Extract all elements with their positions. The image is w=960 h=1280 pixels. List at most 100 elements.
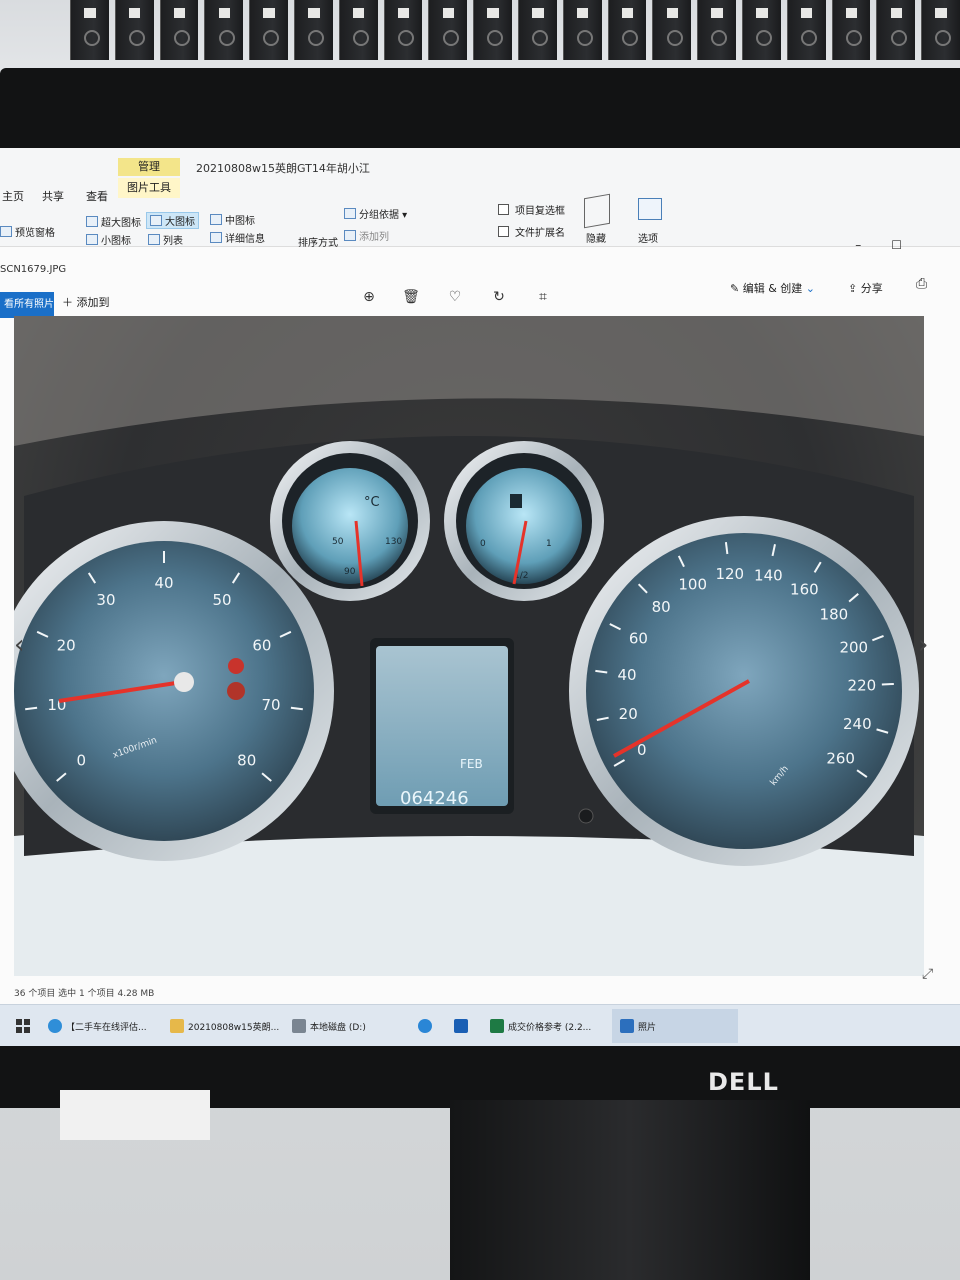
context-tab-picture-tools[interactable]: 图片工具 — [118, 178, 180, 198]
rotate-icon[interactable]: ↻ — [490, 288, 508, 306]
layout-small-icons[interactable]: 小图标 — [86, 232, 131, 247]
tab-view[interactable]: 查看 — [86, 188, 108, 204]
add-column-button[interactable]: 添加列 — [344, 228, 389, 243]
tach-label: 60 — [252, 636, 271, 654]
layout-list[interactable]: 列表 — [148, 232, 183, 247]
tach-label: 0 — [76, 751, 86, 769]
layout-medium-icons[interactable]: 中图标 — [210, 212, 255, 227]
delete-icon[interactable]: 🗑 — [402, 288, 420, 306]
checkbox-icon — [498, 226, 509, 237]
edit-create-button[interactable]: ✎ 编辑 & 创建 ⌄ — [730, 280, 815, 296]
temp-label-low: 50 — [332, 537, 344, 547]
display-small-text: FEB — [460, 757, 483, 771]
previous-photo-arrow[interactable]: ‹ — [14, 630, 24, 660]
share-button[interactable]: ⇪ 分享 — [848, 280, 883, 296]
preview-pane-button[interactable]: 预览窗格 — [0, 224, 55, 239]
next-photo-arrow[interactable]: › — [918, 630, 928, 660]
options-button[interactable]: 选项 — [638, 230, 658, 245]
medium-icons-icon — [210, 214, 222, 225]
fullscreen-icon[interactable]: ⤢ — [922, 966, 933, 982]
monitor-stand — [450, 1100, 810, 1280]
speed-label: 180 — [820, 606, 849, 624]
explorer-ribbon: 管理 图片工具 20210808w15英朗GT14年胡小江 主页 共享 查看 预… — [0, 148, 960, 249]
speed-label: 220 — [848, 676, 877, 694]
details-icon — [210, 232, 222, 243]
trip-reset-knob — [578, 808, 594, 824]
speed-label: 100 — [678, 576, 707, 594]
tach-label: 20 — [57, 636, 76, 654]
speed-label: 60 — [629, 629, 648, 647]
group-by-button[interactable]: 分组依据 ▾ — [344, 206, 407, 221]
crop-icon[interactable]: ⌗ — [534, 288, 552, 306]
layout-details[interactable]: 详细信息 — [210, 230, 265, 245]
speed-label: 140 — [754, 567, 783, 585]
see-all-photos-button[interactable]: 看所有照片 — [0, 292, 54, 318]
speed-label: 240 — [843, 715, 872, 733]
tach-label: 40 — [154, 574, 173, 592]
hide-button[interactable]: 隐藏 — [586, 230, 606, 245]
edit-icon: ✎ — [730, 282, 740, 295]
temp-unit: °C — [364, 495, 380, 510]
speed-label: 120 — [715, 565, 744, 583]
file-extensions-toggle[interactable]: 文件扩展名 — [498, 224, 565, 239]
warning-light-icon — [228, 658, 244, 674]
share-icon: ⇪ — [848, 282, 858, 295]
window-title: 20210808w15英朗GT14年胡小江 — [196, 162, 370, 175]
disk-icon — [292, 1019, 306, 1033]
tach-label: 50 — [212, 591, 231, 609]
add-to-button[interactable]: ＋ 添加到 — [62, 294, 110, 310]
dashboard-photo: 0 10 20 30 40 50 60 70 80 x100r/min °C 50 90 130… — [14, 316, 924, 976]
hide-selected-icon — [584, 193, 610, 229]
item-checkboxes-toggle[interactable]: 项目复选框 — [498, 202, 565, 217]
temp-label-high: 130 — [385, 537, 402, 547]
speed-label: 260 — [826, 750, 855, 768]
odometer-reading: 064246 — [400, 788, 469, 809]
large-icons-icon — [150, 215, 162, 226]
taskbar-item-excel[interactable]: 成交价格参考 (2.2... — [490, 1019, 591, 1033]
tab-share[interactable]: 共享 — [42, 188, 64, 204]
favorite-icon[interactable]: ♡ — [446, 288, 464, 306]
add-column-icon — [344, 230, 356, 241]
speed-label: 160 — [790, 581, 819, 599]
plus-icon: ＋ — [62, 296, 73, 309]
tach-label: 70 — [262, 696, 281, 714]
fuel-pump-icon — [510, 494, 522, 508]
taskbar-item-folder[interactable]: 20210808w15英朗... — [170, 1019, 279, 1033]
window-controls[interactable]: –☐ — [855, 238, 932, 252]
outlook-icon — [454, 1019, 468, 1033]
tach-label: 30 — [96, 591, 115, 609]
checkbox-icon — [498, 204, 509, 215]
folder-icon — [170, 1019, 184, 1033]
speed-label: 40 — [618, 666, 637, 684]
photo-file-name: SCN1679.JPG — [0, 264, 67, 275]
tach-label: 80 — [237, 751, 256, 769]
sort-by-button[interactable]: 排序方式 — [298, 234, 338, 249]
dell-logo: DELL — [708, 1068, 779, 1096]
zoom-icon[interactable]: ⊕ — [360, 288, 378, 306]
taskbar-item-outlook[interactable] — [454, 1019, 472, 1033]
layout-large-icons[interactable]: 大图标 — [146, 212, 199, 229]
speed-label: 20 — [619, 705, 638, 723]
taskbar-item-edge[interactable]: 【二手车在线评估... — [48, 1019, 147, 1033]
extra-large-icons-icon — [86, 216, 98, 227]
taskbar-item-photos[interactable]: 照片 — [620, 1019, 656, 1033]
taskbar-item-ie[interactable] — [418, 1019, 436, 1033]
tab-home[interactable]: 主页 — [2, 188, 24, 204]
center-display — [376, 646, 508, 806]
photos-icon — [620, 1019, 634, 1033]
layout-extra-large-icons[interactable]: 超大图标 — [86, 214, 141, 229]
preview-pane-icon — [0, 226, 12, 237]
fuel-label-full: 1 — [546, 539, 552, 549]
print-icon[interactable]: ⎙ — [916, 276, 927, 292]
list-icon — [148, 234, 160, 245]
windows-start-icon[interactable] — [16, 1019, 30, 1033]
fuel-label-empty: 0 — [480, 539, 486, 549]
status-bar: 36 个项目 选中 1 个项目 4.28 MB — [14, 989, 155, 999]
ie-icon — [418, 1019, 432, 1033]
dashboard-illustration: 01020304050607080 x100r/min °C 50 90 130… — [14, 316, 924, 976]
context-tab-manage[interactable]: 管理 — [118, 158, 180, 176]
speed-label: 200 — [839, 639, 868, 657]
excel-icon — [490, 1019, 504, 1033]
taskbar-item-disk[interactable]: 本地磁盘 (D:) — [292, 1019, 366, 1033]
taskbar: 【二手车在线评估... 20210808w15英朗... 本地磁盘 (D:) 成… — [0, 1004, 960, 1046]
